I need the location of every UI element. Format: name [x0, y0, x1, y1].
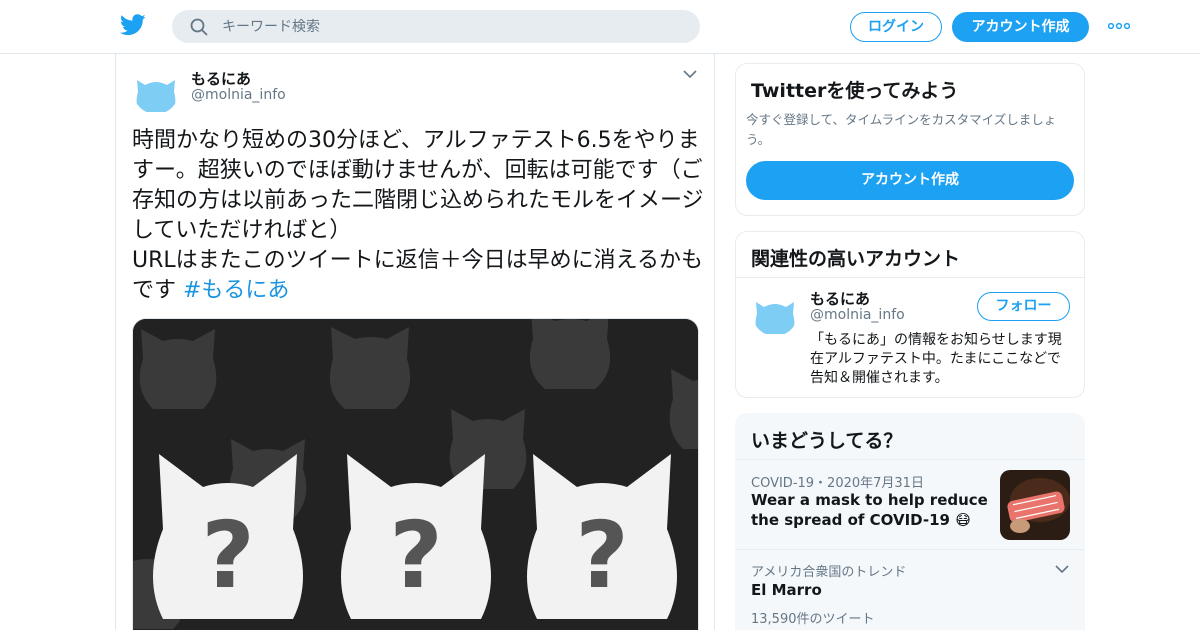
avatar[interactable]	[133, 68, 179, 114]
media-illustration: ? ? ?	[133, 319, 698, 630]
trends-title: いまどうしてる？	[751, 430, 903, 452]
tweet-panel: もるにあ @molnia_info 時間かなり短めの30分ほど、アルファテスト6…	[115, 54, 715, 630]
trend-thumbnail-image	[1000, 470, 1070, 540]
trends-card: いまどうしてる？ COVID-19・2020年7月31日 Wear a mask…	[735, 413, 1085, 630]
related-accounts-card: 関連性の高いアカウント もるにあ @molnia_info フォロー 「もるにあ…	[735, 231, 1085, 398]
avatar[interactable]	[752, 290, 798, 336]
trend-tweet-count: 13,590件のツイート	[751, 612, 875, 627]
search-input[interactable]	[222, 10, 682, 43]
signup-button[interactable]: アカウント作成	[952, 12, 1089, 42]
tweet-text: 時間かなり短めの30分ほど、アルファテスト6.5をやりますー。超狭いのでほぼ動け…	[132, 126, 704, 306]
hashtag-link[interactable]: #もるにあ	[183, 278, 289, 303]
question-mark-1: ?	[201, 502, 254, 609]
tweet-author-handle[interactable]: @molnia_info	[191, 87, 286, 103]
login-button[interactable]: ログイン	[850, 12, 942, 42]
twitter-bird-icon[interactable]	[120, 14, 146, 36]
related-account-handle[interactable]: @molnia_info	[810, 307, 905, 323]
trend-meta: アメリカ合衆国のトレンド	[751, 565, 907, 580]
tweet-author-name[interactable]: もるにあ	[191, 68, 251, 89]
divider	[736, 277, 1084, 278]
signup-card-title: Twitterを使ってみよう	[751, 80, 959, 102]
signup-card-button[interactable]: アカウント作成	[746, 161, 1074, 200]
follow-button[interactable]: フォロー	[977, 292, 1070, 321]
divider	[736, 549, 1084, 550]
trend-title: Wear a mask to help reduce the spread of…	[751, 491, 988, 529]
top-navigation-bar: ログイン アカウント作成	[0, 0, 1200, 54]
more-icon[interactable]	[1108, 22, 1130, 30]
signup-card: Twitterを使ってみよう 今すぐ登録して、タイムラインをカスタマイズしましょ…	[735, 63, 1085, 216]
question-mark-2: ?	[389, 502, 442, 609]
trend-meta: COVID-19・2020年7月31日	[751, 476, 924, 491]
related-accounts-title: 関連性の高いアカウント	[751, 248, 961, 270]
chevron-down-icon[interactable]	[1055, 565, 1069, 574]
tweet-body: 時間かなり短めの30分ほど、アルファテスト6.5をやりますー。超狭いのでほぼ動け…	[132, 128, 704, 303]
related-account-name[interactable]: もるにあ	[810, 288, 870, 309]
question-mark-3: ?	[575, 502, 628, 609]
related-account-bio: 「もるにあ」の情報をお知らせします現在アルファテスト中。たまにここなどで告知＆開…	[810, 332, 1062, 386]
signup-card-description: 今すぐ登録して、タイムラインをカスタマイズしましょう。	[746, 112, 1057, 147]
trend-title: El Marro	[751, 581, 822, 599]
search-bar[interactable]	[172, 10, 700, 43]
divider	[736, 459, 1084, 460]
chevron-down-icon[interactable]	[683, 70, 697, 79]
tweet-media-image[interactable]: ? ? ?	[132, 318, 699, 630]
search-icon	[190, 18, 208, 36]
